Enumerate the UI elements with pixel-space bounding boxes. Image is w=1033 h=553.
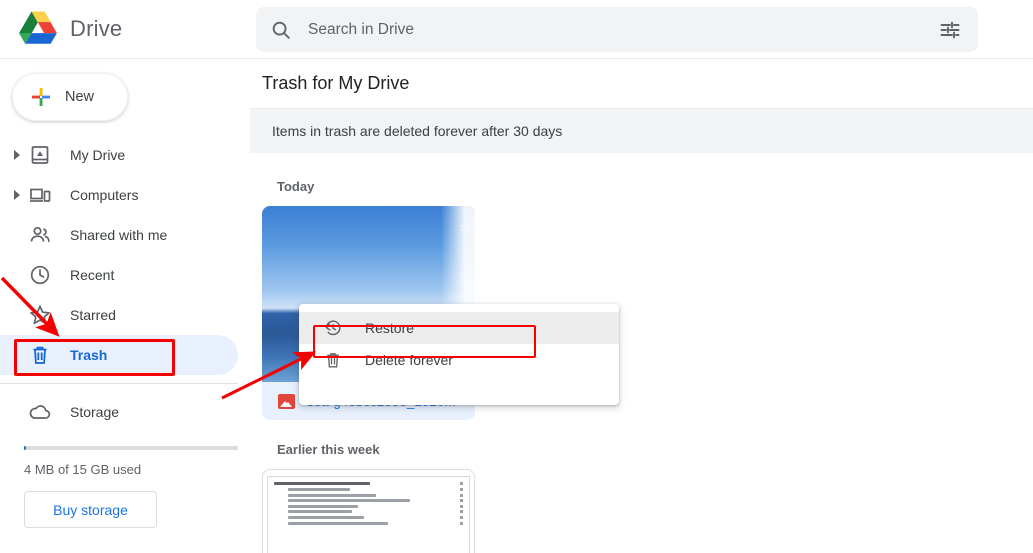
computers-icon [28,183,52,207]
top-bar: Drive [0,0,1033,59]
section-label-today: Today [277,179,315,194]
context-menu-item-label: Restore [365,320,415,336]
toc-row [274,499,463,503]
trash-icon [28,343,52,367]
chevron-right-icon[interactable] [6,150,28,160]
sidebar-divider [0,383,238,384]
image-file-icon [278,393,295,409]
toc-row [274,482,463,486]
cloud-icon [28,400,52,424]
sidebar-item-label: My Drive [70,147,126,163]
search-input[interactable] [306,19,938,40]
my-drive-icon [28,143,52,167]
toc-row [274,521,463,525]
new-button[interactable]: New [12,73,128,121]
sidebar-item-label: Computers [70,187,139,203]
brand[interactable]: Drive [0,0,250,59]
star-icon [28,303,52,327]
sidebar-item-label: Shared with me [70,227,168,243]
restore-icon [323,318,343,338]
sidebar-nav: My Drive Computers Shared with me Recent… [0,135,250,432]
trash-notice-banner: Items in trash are deleted forever after… [250,109,1033,153]
sidebar-item-label: Recent [70,267,115,283]
thumbnail-watermark: 30 [460,224,469,233]
page-title: Trash for My Drive [262,73,410,93]
toc-row [274,515,463,519]
context-menu-item-label: Delete forever [365,352,453,368]
document-thumbnail [267,476,470,553]
sidebar-item-trash[interactable]: Trash [0,335,238,375]
context-menu: Restore Delete forever [299,304,619,405]
sidebar-item-my-drive[interactable]: My Drive [0,135,238,175]
sidebar-item-starred[interactable]: Starred [0,295,238,335]
storage-progress-bar [24,446,238,450]
google-drive-logo [19,11,57,44]
context-menu-item-delete-forever[interactable]: Delete forever [299,344,619,376]
sidebar-item-shared-with-me[interactable]: Shared with me [0,215,238,255]
context-menu-item-restore[interactable]: Restore [299,312,619,344]
toc-row [274,510,463,514]
chevron-right-icon[interactable] [6,190,28,200]
sidebar-item-label: Starred [70,307,116,323]
new-button-label: New [65,89,95,105]
clock-icon [28,263,52,287]
toc-row [274,493,463,497]
storage-progress-fill [24,446,26,450]
main-header: Trash for My Drive [250,59,1033,109]
file-card-document[interactable] [262,469,475,553]
file-grid-earlier [250,469,1033,553]
delete-trash-icon [323,350,343,370]
sidebar-item-storage[interactable]: Storage [0,392,238,432]
sidebar: New My Drive Computers Shared with me Re… [0,59,250,553]
sidebar-item-computers[interactable]: Computers [0,175,238,215]
toc-row [274,487,463,491]
search-icon [272,21,290,39]
drive-trash-page: Drive New [0,0,1033,553]
toc-row [274,504,463,508]
sidebar-item-recent[interactable]: Recent [0,255,238,295]
storage-usage-text: 4 MB of 15 GB used [24,462,142,477]
search-bar[interactable] [256,7,978,52]
plus-icon [32,88,50,106]
shared-with-me-icon [28,223,52,247]
tune-icon[interactable] [938,18,962,42]
sidebar-item-label: Storage [70,404,120,420]
buy-storage-button[interactable]: Buy storage [24,491,157,528]
section-label-earlier-this-week: Earlier this week [277,442,380,457]
sidebar-item-label: Trash [70,347,108,363]
brand-title: Drive [70,16,123,41]
